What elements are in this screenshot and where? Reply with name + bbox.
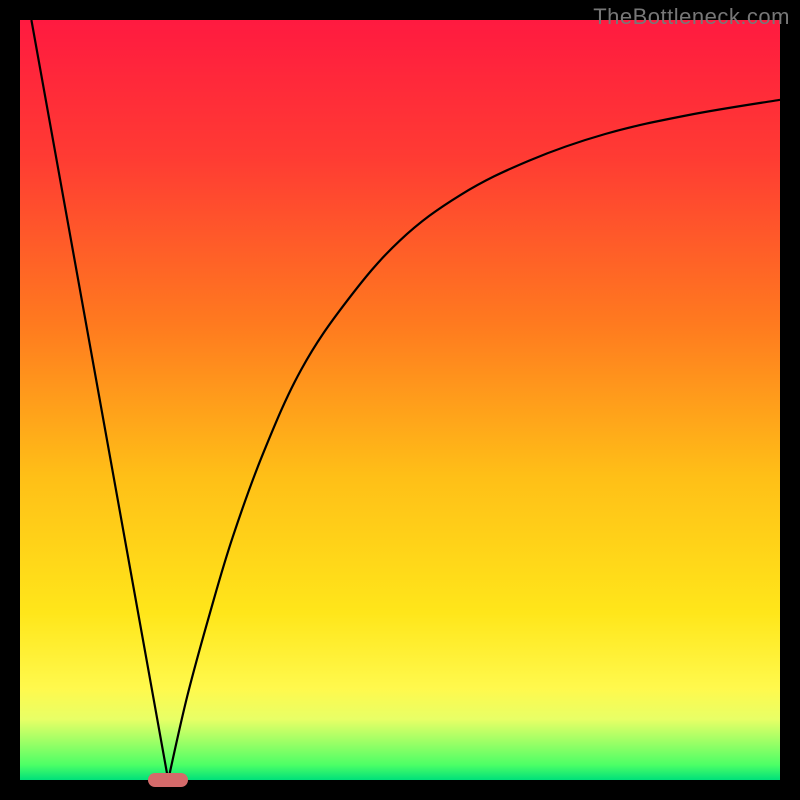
chart-frame: TheBottleneck.com <box>0 0 800 800</box>
plot-area <box>20 20 780 780</box>
vertex-marker <box>148 773 188 787</box>
watermark-text: TheBottleneck.com <box>593 4 790 30</box>
